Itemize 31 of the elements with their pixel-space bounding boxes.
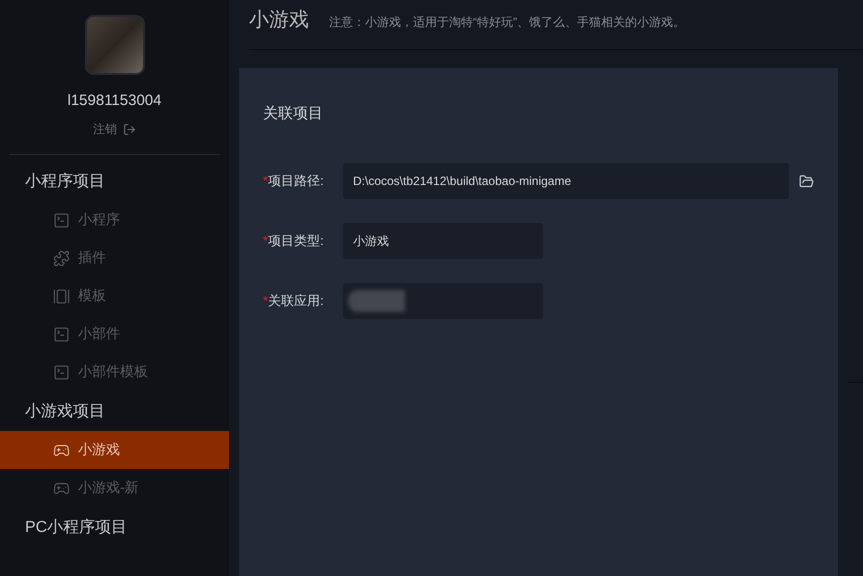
username: l15981153004 [68,92,162,109]
terminal-icon [53,364,70,380]
field-label: *项目类型: [263,232,325,250]
sidebar-section-heading: 小程序项目 [24,172,106,192]
sidebar-section-heading: PC小程序项目 [24,518,128,538]
sidebar-item[interactable]: 小游戏-新 [0,469,229,507]
sidebar-item[interactable]: 模板 [0,277,229,315]
sidebar-item[interactable]: 插件 [0,239,229,277]
input-field[interactable] [343,283,543,319]
sidebar-item[interactable]: 小程序 [0,201,229,239]
sidebar-section-heading: 小游戏项目 [24,402,106,422]
sidebar-item[interactable]: 小部件模板 [0,353,229,391]
terminal-icon [53,326,70,342]
folder-icon [799,174,814,188]
logout-button[interactable]: 注销 [93,121,136,138]
template-icon [53,288,70,304]
avatar-photo-placeholder [84,15,144,75]
puzzle-icon [53,250,70,266]
blurred-value [348,290,405,312]
input-field[interactable]: D:\cocos\tb21412\build\taobao-minigame [343,163,789,199]
field-label: *关联应用: [263,292,325,310]
input-field[interactable]: 小游戏 [343,223,543,259]
terminal-icon [53,212,70,228]
sidebar-item[interactable]: 小游戏 [0,431,229,469]
field-label: *项目路径: [263,172,325,190]
sidebar-item[interactable]: 小部件 [0,315,229,353]
logout-icon [123,123,136,136]
page-title: 小游戏 [249,8,309,33]
page-note: 注意：小游戏，适用于淘特“特好玩”、饿了么、手猫相关的小游戏。 [329,14,685,31]
dialog-title: 关联项目 [263,104,324,123]
folder-button[interactable] [799,174,814,188]
